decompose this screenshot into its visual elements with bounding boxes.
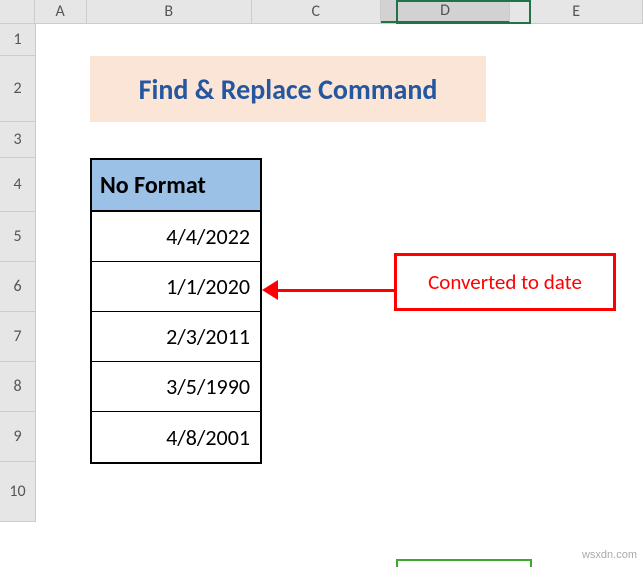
- table-row[interactable]: 4/8/2001: [92, 412, 260, 462]
- title-banner: Find & Replace Command: [90, 56, 486, 122]
- callout-box: Converted to date: [394, 253, 616, 311]
- row-header-6[interactable]: 6: [0, 262, 36, 312]
- arrow-annotation: [262, 280, 394, 300]
- col-header-D[interactable]: D: [381, 0, 511, 23]
- col-header-A[interactable]: A: [35, 0, 87, 23]
- partial-cell-border: [396, 559, 532, 567]
- row-header-7[interactable]: 7: [0, 312, 36, 362]
- page-title: Find & Replace Command: [139, 72, 438, 107]
- spreadsheet-grid: A B C D E 1 2 3 4 5 6 7 8 9 10 Find & Re…: [0, 0, 643, 567]
- col-header-C[interactable]: C: [252, 0, 381, 23]
- col-header-B[interactable]: B: [87, 0, 252, 23]
- row-header-2[interactable]: 2: [0, 56, 36, 122]
- row-header-9[interactable]: 9: [0, 412, 36, 462]
- table-header[interactable]: No Format: [92, 160, 260, 212]
- select-all-corner[interactable]: [0, 0, 35, 23]
- table-row[interactable]: 4/4/2022: [92, 212, 260, 262]
- callout-text: Converted to date: [428, 269, 582, 295]
- row-header-4[interactable]: 4: [0, 158, 36, 212]
- row-header-5[interactable]: 5: [0, 212, 36, 262]
- row-header-10[interactable]: 10: [0, 462, 36, 522]
- column-header-row: A B C D E: [0, 0, 643, 24]
- arrow-line: [274, 289, 394, 292]
- row-header-8[interactable]: 8: [0, 362, 36, 412]
- col-header-E[interactable]: E: [510, 0, 643, 23]
- watermark: wsxdn.com: [582, 549, 637, 561]
- data-table: No Format 4/4/2022 1/1/2020 2/3/2011 3/5…: [90, 158, 262, 464]
- table-row[interactable]: 2/3/2011: [92, 312, 260, 362]
- row-header-3[interactable]: 3: [0, 122, 36, 158]
- table-row[interactable]: 1/1/2020: [92, 262, 260, 312]
- row-header-1[interactable]: 1: [0, 24, 36, 56]
- table-row[interactable]: 3/5/1990: [92, 362, 260, 412]
